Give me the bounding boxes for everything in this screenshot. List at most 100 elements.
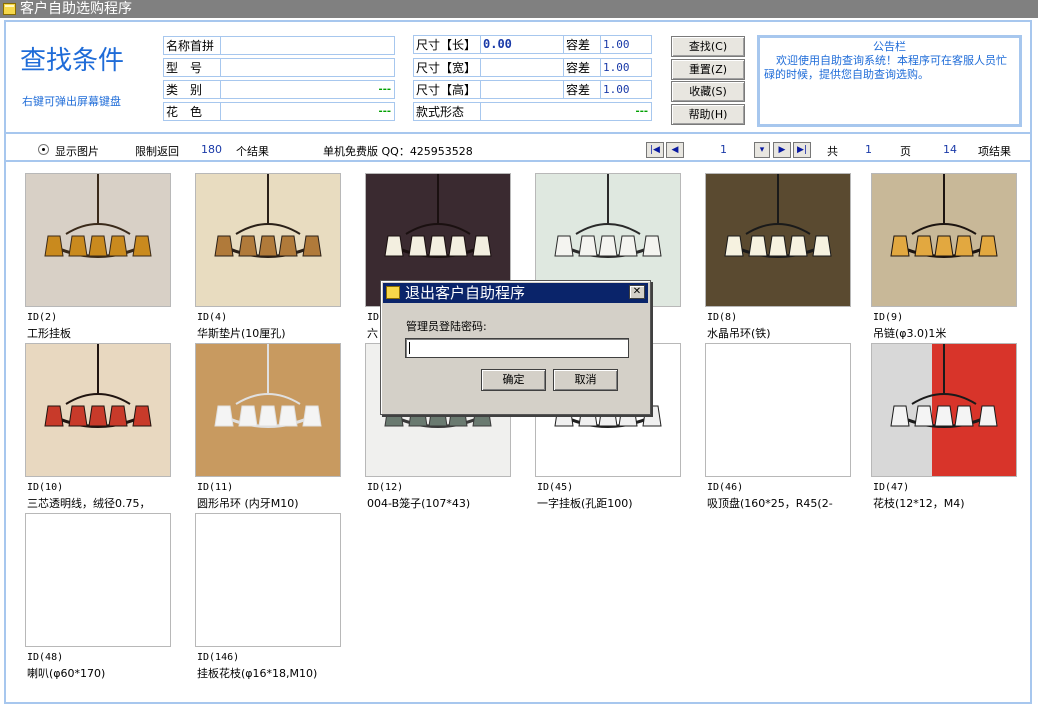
product-id: ID(10)	[27, 482, 64, 493]
field-label-width: 尺寸【宽】	[413, 58, 481, 77]
product-name: 圆形吊环 (内牙M10)	[197, 497, 299, 510]
field-label-category: 类 别	[163, 80, 221, 99]
field-label-pinyin: 名称首拼	[163, 36, 221, 55]
product-name: 挂板花枝(φ16*18,M10)	[197, 667, 318, 680]
help-button[interactable]: 帮助(H)	[671, 104, 745, 125]
category-select[interactable]: ---	[220, 80, 395, 99]
height-input[interactable]	[480, 80, 564, 99]
search-heading: 查找条件	[20, 46, 125, 76]
first-page-icon[interactable]: |◀	[646, 142, 664, 158]
edition-label: 单机免费版 QQ：425953528	[323, 145, 473, 158]
notice-board: 公告栏 欢迎使用自助查询系统！本程序可在客服人员忙碌的时候，提供您自助查询选购。	[757, 35, 1022, 127]
chandelier-image	[196, 174, 340, 306]
color-select[interactable]: ---	[220, 102, 395, 121]
pinyin-input[interactable]	[220, 36, 395, 55]
product-id: ID(12)	[367, 482, 404, 493]
chandelier-image	[872, 344, 1016, 476]
height-tolerance-input[interactable]: 1.00	[600, 80, 652, 99]
length-tolerance-input[interactable]: 1.00	[600, 35, 652, 54]
page-dropdown-icon[interactable]: ▾	[754, 142, 770, 158]
style-select[interactable]: ---	[480, 102, 652, 121]
product-name: 花枝(12*12，M4)	[873, 497, 965, 510]
show-images-radio[interactable]	[38, 144, 49, 155]
field-label-model: 型 号	[163, 58, 221, 77]
length-input[interactable]: 0.00	[480, 35, 564, 54]
chandelier-image	[706, 174, 850, 306]
width-input[interactable]	[480, 58, 564, 77]
field-label-style: 款式形态	[413, 102, 481, 121]
product-name: 三芯透明线，绒径0.75，	[27, 497, 151, 510]
chandelier-image	[26, 344, 170, 476]
field-label-length: 尺寸【长】	[413, 35, 481, 54]
product-thumbnail[interactable]	[25, 173, 171, 307]
width-tolerance-input[interactable]: 1.00	[600, 58, 652, 77]
page-unit-label: 页	[900, 145, 911, 158]
product-id: ID(4)	[197, 312, 228, 323]
product-thumbnail[interactable]	[25, 513, 171, 647]
product-thumbnail[interactable]	[871, 343, 1017, 477]
dialog-titlebar: 退出客户自助程序 ✕	[383, 283, 648, 303]
product-id: ID(8)	[707, 312, 738, 323]
prev-page-icon[interactable]: ◀	[666, 142, 684, 158]
product-name: 华斯垫片(10厘孔)	[197, 327, 286, 340]
total-label: 共	[827, 145, 838, 158]
favorite-button[interactable]: 收藏(S)	[671, 81, 745, 102]
limit-value[interactable]: 180	[201, 143, 222, 156]
field-label-height: 尺寸【高】	[413, 80, 481, 99]
product-id: ID(2)	[27, 312, 58, 323]
product-id: ID(9)	[873, 312, 904, 323]
product-name: 吸顶盘(160*25，R45(2-	[707, 497, 833, 510]
product-id: ID(11)	[197, 482, 234, 493]
model-input[interactable]	[220, 58, 395, 77]
dialog-title: 退出客户自助程序	[405, 284, 526, 302]
product-name: 004-B笼子(107*43)	[367, 497, 471, 510]
next-page-icon[interactable]: ▶	[773, 142, 791, 158]
product-id: ID(146)	[197, 652, 240, 663]
show-images-label: 显示图片	[55, 145, 99, 158]
product-thumbnail[interactable]	[705, 343, 851, 477]
status-bar: 显示图片 限制返回 180 个结果 单机免费版 QQ：425953528 |◀ …	[6, 138, 1030, 162]
cancel-button[interactable]: 取消	[553, 369, 618, 391]
product-thumbnail[interactable]	[25, 343, 171, 477]
product-thumbnail[interactable]	[705, 173, 851, 307]
password-label: 管理员登陆密码:	[406, 320, 487, 333]
exit-dialog: 退出客户自助程序 ✕ 管理员登陆密码: 确定 取消	[380, 280, 651, 415]
find-button[interactable]: 查找(C)	[671, 36, 745, 57]
field-label-color: 花 色	[163, 102, 221, 121]
chandelier-image	[196, 344, 340, 476]
product-thumbnail[interactable]	[195, 343, 341, 477]
ok-button[interactable]: 确定	[481, 369, 546, 391]
product-name: 喇叭(φ60*170)	[27, 667, 106, 680]
reset-button[interactable]: 重置(Z)	[671, 59, 745, 80]
items-unit-label: 项结果	[978, 145, 1011, 158]
product-thumbnail[interactable]	[195, 173, 341, 307]
product-name: 六	[367, 327, 378, 340]
tol-label-height: 容差	[563, 80, 601, 99]
limit-label: 限制返回	[135, 145, 179, 158]
product-id: ID(46)	[707, 482, 744, 493]
product-name: 吊链(φ3.0)1米	[873, 327, 947, 340]
tol-label-width: 容差	[563, 58, 601, 77]
dropdown-icon[interactable]: ---	[379, 103, 391, 120]
product-thumbnail[interactable]	[871, 173, 1017, 307]
window-titlebar: 客户自助选购程序	[0, 0, 1038, 18]
window-title: 客户自助选购程序	[20, 1, 132, 17]
total-pages: 1	[865, 143, 872, 156]
dropdown-icon[interactable]: ---	[379, 81, 391, 98]
app-folder-icon	[3, 3, 16, 15]
product-id: ID(47)	[873, 482, 910, 493]
close-icon[interactable]: ✕	[629, 285, 645, 299]
product-name: 水晶吊环(铁)	[707, 327, 771, 340]
notice-text: 欢迎使用自助查询系统！本程序可在客服人员忙碌的时候，提供您自助查询选购。	[764, 54, 1007, 81]
notice-title: 公告栏	[873, 40, 906, 53]
product-thumbnail[interactable]	[195, 513, 341, 647]
total-items: 14	[943, 143, 957, 156]
dialog-folder-icon	[386, 286, 400, 299]
chandelier-image	[872, 174, 1016, 306]
dropdown-icon[interactable]: ---	[636, 103, 648, 120]
last-page-icon[interactable]: ▶|	[793, 142, 811, 158]
product-id: ID(45)	[537, 482, 574, 493]
password-input[interactable]	[405, 338, 629, 358]
chandelier-image	[26, 174, 170, 306]
current-page[interactable]: 1	[720, 143, 727, 156]
